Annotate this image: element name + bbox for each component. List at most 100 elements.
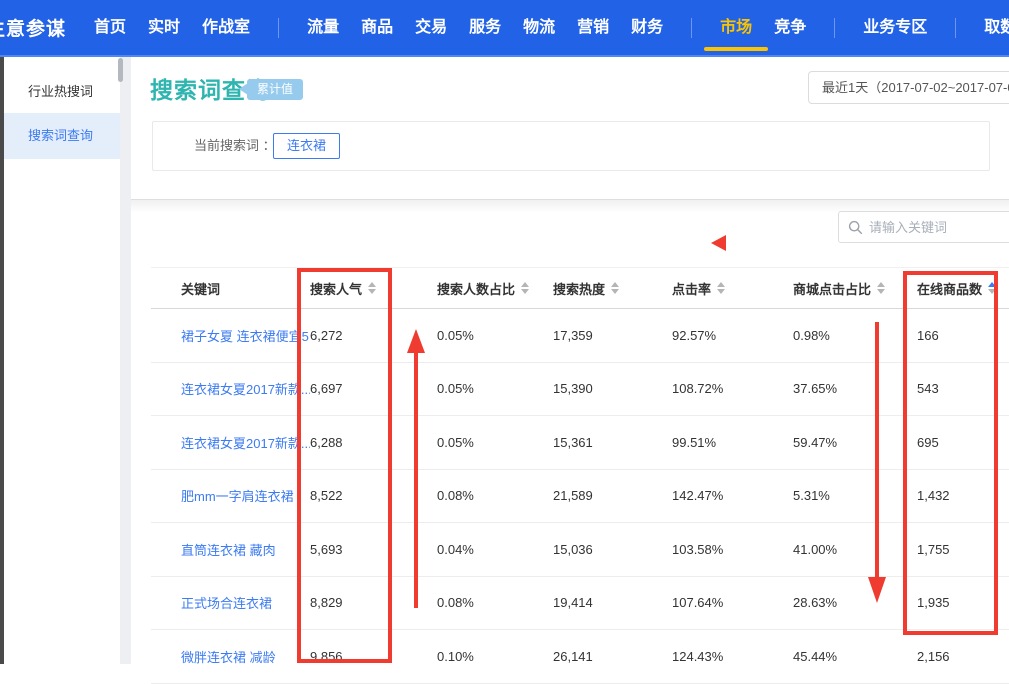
cell-searcher-share: 0.10% xyxy=(437,649,553,664)
cell-click-rate: 92.57% xyxy=(672,328,793,343)
cell-online-products: 1,432 xyxy=(917,488,1009,503)
column-header-click-rate[interactable]: 点击率 xyxy=(672,279,793,298)
cell-search-popularity: 8,829 xyxy=(310,595,437,610)
cell-online-products: 1,755 xyxy=(917,542,1009,557)
nav-item-finance[interactable]: 财务 xyxy=(631,0,663,55)
table-row: 直筒连衣裙 藏肉 5,693 0.04% 15,036 103.58% 41.0… xyxy=(151,523,1009,577)
column-label: 搜索人数占比 xyxy=(437,279,515,298)
table-row: 连衣裙女夏2017新款... 6,697 0.05% 15,390 108.72… xyxy=(151,363,1009,417)
cell-online-products: 1,935 xyxy=(917,595,1009,610)
nav-item-service[interactable]: 服务 xyxy=(469,0,501,55)
keyword-link[interactable]: 直筒连衣裙 藏肉 xyxy=(181,540,310,559)
column-header-search-popularity[interactable]: 搜索人气 xyxy=(310,279,437,298)
column-label: 商城点击占比 xyxy=(793,279,871,298)
cumulative-value-badge: 累计值 xyxy=(247,79,303,100)
column-header-searcher-share[interactable]: 搜索人数占比 xyxy=(437,279,553,298)
cell-online-products: 543 xyxy=(917,381,1009,396)
date-range-filter[interactable]: 最近1天（2017-07-02~2017-07-02） xyxy=(808,71,1009,104)
table-row: 肥mm一字肩连衣裙 8,522 0.08% 21,589 142.47% 5.3… xyxy=(151,470,1009,524)
keyword-link[interactable]: 连衣裙女夏2017新款... xyxy=(181,379,310,398)
cell-click-rate: 107.64% xyxy=(672,595,793,610)
cell-search-popularity: 8,522 xyxy=(310,488,437,503)
nav-item-business-zone[interactable]: 业务专区 xyxy=(863,0,927,55)
nav-item-competition[interactable]: 竞争 xyxy=(774,0,806,55)
keyword-link[interactable]: 肥mm一字肩连衣裙 xyxy=(181,486,310,505)
sidebar-gutter xyxy=(120,57,131,664)
top-nav: 生意参谋 首页 实时 作战室 流量 商品 交易 服务 物流 营销 财务 市场 竞… xyxy=(0,0,1009,57)
column-label: 搜索人气 xyxy=(310,279,362,298)
sort-icon xyxy=(521,282,529,294)
nav-items: 首页 实时 作战室 流量 商品 交易 服务 物流 营销 财务 市场 竞争 业务专… xyxy=(94,0,1009,55)
nav-item-data-fetch[interactable]: 取数 xyxy=(984,0,1009,55)
cell-mall-click-share: 37.65% xyxy=(793,381,917,396)
current-search-panel: 当前搜索词 ： 连衣裙 xyxy=(152,121,990,171)
table-row: 微胖连衣裙 减龄 9,856 0.10% 26,141 124.43% 45.4… xyxy=(151,630,1009,684)
cell-click-rate: 108.72% xyxy=(672,381,793,396)
column-header-mall-click-share[interactable]: 商城点击占比 xyxy=(793,279,917,298)
current-search-tag[interactable]: 连衣裙 xyxy=(273,133,340,159)
results-section: 关键词 搜索人气 搜索人数占比 搜索热度 点击率 商城点击占比 在线商品数 裙子… xyxy=(131,200,1009,664)
cell-search-heat: 15,390 xyxy=(553,381,672,396)
nav-item-warroom[interactable]: 作战室 xyxy=(202,0,250,55)
cell-mall-click-share: 0.98% xyxy=(793,328,917,343)
cell-search-popularity: 9,856 xyxy=(310,649,437,664)
search-words-table: 关键词 搜索人气 搜索人数占比 搜索热度 点击率 商城点击占比 在线商品数 裙子… xyxy=(151,267,1009,684)
cell-search-heat: 17,359 xyxy=(553,328,672,343)
cell-online-products: 166 xyxy=(917,328,1009,343)
nav-item-logistics[interactable]: 物流 xyxy=(523,0,555,55)
cell-search-heat: 26,141 xyxy=(553,649,672,664)
cell-searcher-share: 0.04% xyxy=(437,542,553,557)
keyword-link[interactable]: 微胖连衣裙 减龄 xyxy=(181,647,310,666)
cell-click-rate: 99.51% xyxy=(672,435,793,450)
keyword-link[interactable]: 裙子女夏 连衣裙便宜5.. xyxy=(181,326,310,345)
column-header-online-products[interactable]: 在线商品数 xyxy=(917,279,1009,298)
cell-search-popularity: 6,288 xyxy=(310,435,437,450)
cell-mall-click-share: 28.63% xyxy=(793,595,917,610)
current-search-label: 当前搜索词 ： xyxy=(194,122,276,170)
column-header-keyword: 关键词 xyxy=(181,279,310,298)
nav-item-marketing[interactable]: 营销 xyxy=(577,0,609,55)
nav-item-realtime[interactable]: 实时 xyxy=(148,0,180,55)
page-header-section: 搜索词查询 累计值 最近1天（2017-07-02~2017-07-02） 当前… xyxy=(131,57,1009,199)
nav-item-home[interactable]: 首页 xyxy=(94,0,126,55)
column-label: 在线商品数 xyxy=(917,279,982,298)
cell-search-popularity: 5,693 xyxy=(310,542,437,557)
cell-click-rate: 124.43% xyxy=(672,649,793,664)
keyword-search-input[interactable] xyxy=(869,212,1009,242)
keyword-link[interactable]: 连衣裙女夏2017新款... xyxy=(181,433,310,452)
cell-search-heat: 19,414 xyxy=(553,595,672,610)
cell-mall-click-share: 41.00% xyxy=(793,542,917,557)
cell-search-heat: 15,036 xyxy=(553,542,672,557)
nav-item-traffic[interactable]: 流量 xyxy=(307,0,339,55)
sort-icon xyxy=(717,282,725,294)
cell-search-popularity: 6,697 xyxy=(310,381,437,396)
column-label: 点击率 xyxy=(672,279,711,298)
sort-icon xyxy=(611,282,619,294)
nav-divider xyxy=(691,18,692,38)
search-icon xyxy=(848,220,863,235)
cell-searcher-share: 0.08% xyxy=(437,595,553,610)
sidebar-item-search-word-query[interactable]: 搜索词查询 xyxy=(4,113,120,159)
cell-search-heat: 21,589 xyxy=(553,488,672,503)
cell-click-rate: 142.47% xyxy=(672,488,793,503)
cell-searcher-share: 0.08% xyxy=(437,488,553,503)
sidebar: 行业热搜词 搜索词查询 xyxy=(4,57,120,664)
table-row: 连衣裙女夏2017新款... 6,288 0.05% 15,361 99.51%… xyxy=(151,416,1009,470)
cell-mall-click-share: 59.47% xyxy=(793,435,917,450)
nav-item-market[interactable]: 市场 xyxy=(720,0,752,55)
cell-searcher-share: 0.05% xyxy=(437,435,553,450)
keyword-link[interactable]: 正式场合连衣裙 xyxy=(181,593,310,612)
sidebar-scrollbar-thumb[interactable] xyxy=(118,58,123,82)
nav-item-trade[interactable]: 交易 xyxy=(415,0,447,55)
column-header-search-heat[interactable]: 搜索热度 xyxy=(553,279,672,298)
nav-item-goods[interactable]: 商品 xyxy=(361,0,393,55)
sidebar-item-industry-hot-words[interactable]: 行业热搜词 xyxy=(4,71,120,113)
cell-click-rate: 103.58% xyxy=(672,542,793,557)
cell-searcher-share: 0.05% xyxy=(437,381,553,396)
cell-searcher-share: 0.05% xyxy=(437,328,553,343)
cell-online-products: 695 xyxy=(917,435,1009,450)
nav-divider xyxy=(834,18,835,38)
nav-divider xyxy=(278,18,279,38)
cell-online-products: 2,156 xyxy=(917,649,1009,664)
nav-divider xyxy=(955,18,956,38)
